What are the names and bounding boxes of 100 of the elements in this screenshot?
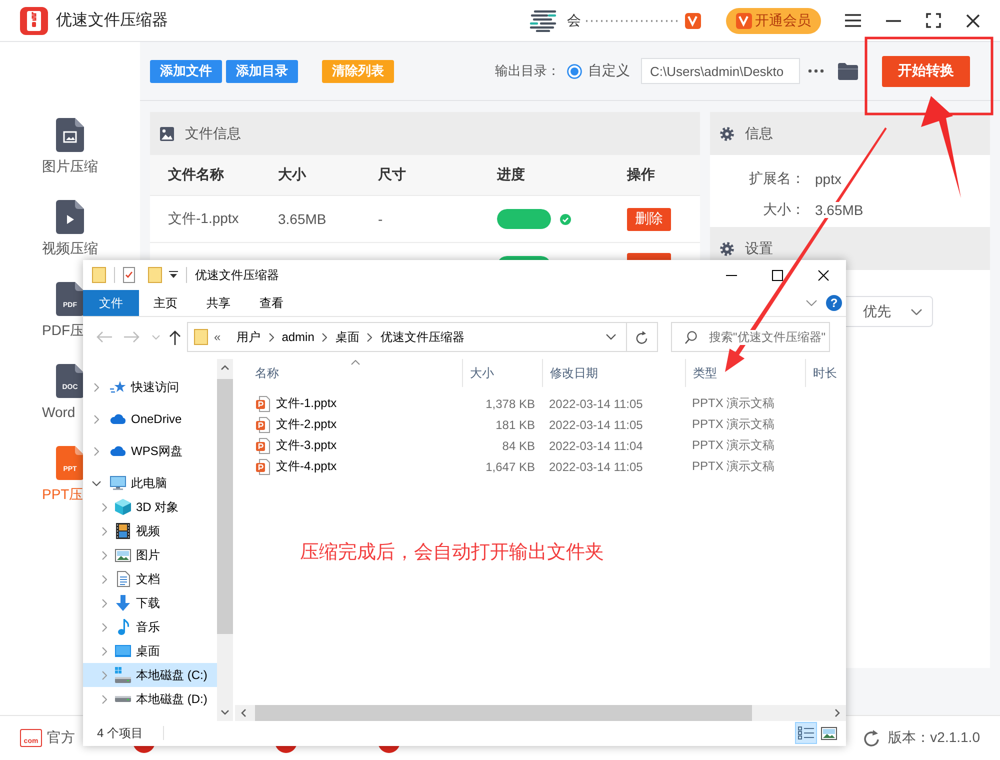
- ribbon-tab[interactable]: 主页: [139, 290, 192, 316]
- gear-icon: [720, 242, 734, 256]
- minimize-icon[interactable]: [726, 274, 736, 276]
- tree-item[interactable]: 桌面: [83, 639, 217, 663]
- close-icon[interactable]: [818, 270, 828, 280]
- scroll-up-icon[interactable]: [221, 365, 229, 370]
- field-label: 大小：: [762, 200, 805, 218]
- gear-icon: [720, 126, 734, 140]
- chevron-down-icon: [911, 308, 922, 314]
- column-header[interactable]: 修改日期: [543, 359, 686, 387]
- column-header[interactable]: 大小: [463, 359, 543, 387]
- ribbon-tab[interactable]: 查看: [245, 290, 298, 316]
- monitor-icon: [110, 476, 126, 490]
- breadcrumb-item[interactable]: 桌面: [335, 328, 360, 346]
- tree-item[interactable]: 下载: [83, 591, 217, 615]
- sidebar-item[interactable]: 视频压缩: [42, 200, 98, 257]
- tree-item[interactable]: 视频: [83, 519, 217, 543]
- tree-item[interactable]: 3D 对象: [83, 495, 217, 519]
- more-icon[interactable]: [808, 69, 824, 73]
- ribbon-tab[interactable]: 共享: [192, 290, 245, 316]
- radio-option[interactable]: 自定义: [567, 62, 630, 80]
- output-path-field[interactable]: C:\Users\admin\Deskto: [641, 58, 800, 84]
- fullscreen-icon[interactable]: [926, 13, 941, 28]
- file-type: PPTX 演示文稿: [692, 458, 775, 475]
- maximize-icon[interactable]: [772, 270, 782, 280]
- app-title: 优速文件压缩器: [56, 10, 168, 31]
- tree-item[interactable]: OneDrive: [83, 407, 217, 431]
- tree-item[interactable]: 文档: [83, 567, 217, 591]
- app-logo-icon: [20, 6, 48, 34]
- field-label: 扩展名：: [748, 170, 805, 188]
- sidebar-item[interactable]: 图片压缩: [42, 118, 98, 175]
- address-bar[interactable]: « 用户 admin 桌面 优速文件压缩器: [187, 322, 658, 352]
- up-arrow-icon[interactable]: [169, 330, 181, 344]
- scrollbar-thumb[interactable]: [255, 705, 752, 721]
- tree-item[interactable]: 音乐: [83, 615, 217, 639]
- ribbon-tab[interactable]: 文件: [83, 290, 139, 316]
- image-file-icon: [56, 118, 84, 152]
- refresh-icon: [636, 330, 648, 344]
- column-header[interactable]: 时长: [806, 359, 846, 387]
- close-icon[interactable]: [966, 14, 980, 28]
- breadcrumb-item[interactable]: 优速文件压缩器: [380, 328, 464, 346]
- file-type: PPTX 演示文稿: [692, 395, 775, 412]
- chevron-down-icon[interactable]: [92, 480, 100, 486]
- modified-date: 2022-03-14 11:05: [549, 460, 643, 474]
- panel-title: 文件信息: [185, 124, 241, 142]
- checklist-icon[interactable]: [123, 267, 135, 283]
- document-file-icon: [56, 282, 84, 316]
- tree-item[interactable]: 图片: [83, 543, 217, 567]
- scroll-right-icon[interactable]: [835, 709, 840, 717]
- column-header[interactable]: 名称: [248, 359, 463, 387]
- modified-date: 2022-03-14 11:05: [549, 418, 643, 432]
- refresh-icon[interactable]: [863, 730, 880, 746]
- field-value: 3.65MB: [815, 202, 864, 218]
- search-box[interactable]: 搜索"优速文件压缩器": [671, 322, 830, 352]
- caret-icon[interactable]: [169, 271, 178, 279]
- breadcrumb-item[interactable]: 用户: [236, 328, 261, 346]
- radio-icon[interactable]: [567, 64, 582, 78]
- file-size: 1,647 KB: [486, 460, 535, 474]
- down-arrow-icon: [115, 595, 131, 611]
- file-name[interactable]: 文件-4.pptx: [276, 458, 337, 475]
- help-button[interactable]: ?: [826, 295, 842, 311]
- column-header: 操作: [627, 166, 656, 184]
- minimize-icon[interactable]: [886, 20, 901, 22]
- tree-item[interactable]: 此电脑: [83, 471, 217, 495]
- file-name[interactable]: 文件-1.pptx: [276, 395, 337, 412]
- user-name: 会: [567, 12, 581, 30]
- scroll-down-icon[interactable]: [221, 710, 229, 715]
- tree-item[interactable]: 快速访问: [83, 375, 217, 399]
- start-button[interactable]: 开始转换: [882, 56, 970, 86]
- file-size: 181 KB: [496, 418, 535, 432]
- modified-date: 2022-03-14 11:04: [549, 438, 643, 452]
- document-file-icon: [56, 446, 84, 480]
- presentation-file-icon: [256, 458, 270, 474]
- breadcrumb-overflow-button[interactable]: «: [214, 330, 221, 344]
- breadcrumb-item[interactable]: admin: [282, 330, 314, 344]
- tree-item[interactable]: 本地磁盘 (C:): [83, 663, 217, 687]
- chevron-right-icon[interactable]: [322, 332, 328, 342]
- tree-item[interactable]: 本地磁盘 (D:): [83, 687, 217, 711]
- table-cell: 文件-1.pptx: [168, 210, 239, 226]
- delete-button[interactable]: 删除: [627, 208, 671, 230]
- scroll-left-icon[interactable]: [241, 709, 246, 717]
- table-cell: -: [378, 211, 383, 227]
- folder-icon[interactable]: [838, 62, 858, 80]
- chevron-down-icon[interactable]: [806, 300, 817, 306]
- chevron-right-icon[interactable]: [268, 332, 274, 342]
- table-cell: 3.65MB: [278, 211, 326, 227]
- chevron-down-icon[interactable]: [606, 334, 616, 340]
- picture-icon: [821, 726, 837, 740]
- tree-item[interactable]: WPS网盘: [83, 439, 217, 463]
- file-size: 1,378 KB: [486, 396, 535, 410]
- view-button[interactable]: [795, 722, 817, 744]
- drive-icon: [115, 696, 131, 702]
- scrollbar-thumb[interactable]: [217, 379, 233, 634]
- version-text: 版本：v2.1.1.0: [888, 729, 980, 747]
- file-name[interactable]: 文件-2.pptx: [276, 416, 337, 433]
- file-name[interactable]: 文件-3.pptx: [276, 437, 337, 454]
- annotation-text: 压缩完成后，会自动打开输出文件夹: [300, 541, 604, 565]
- chevron-right-icon[interactable]: [367, 332, 372, 342]
- menu-icon[interactable]: [845, 14, 861, 27]
- presentation-file-icon: [256, 396, 270, 412]
